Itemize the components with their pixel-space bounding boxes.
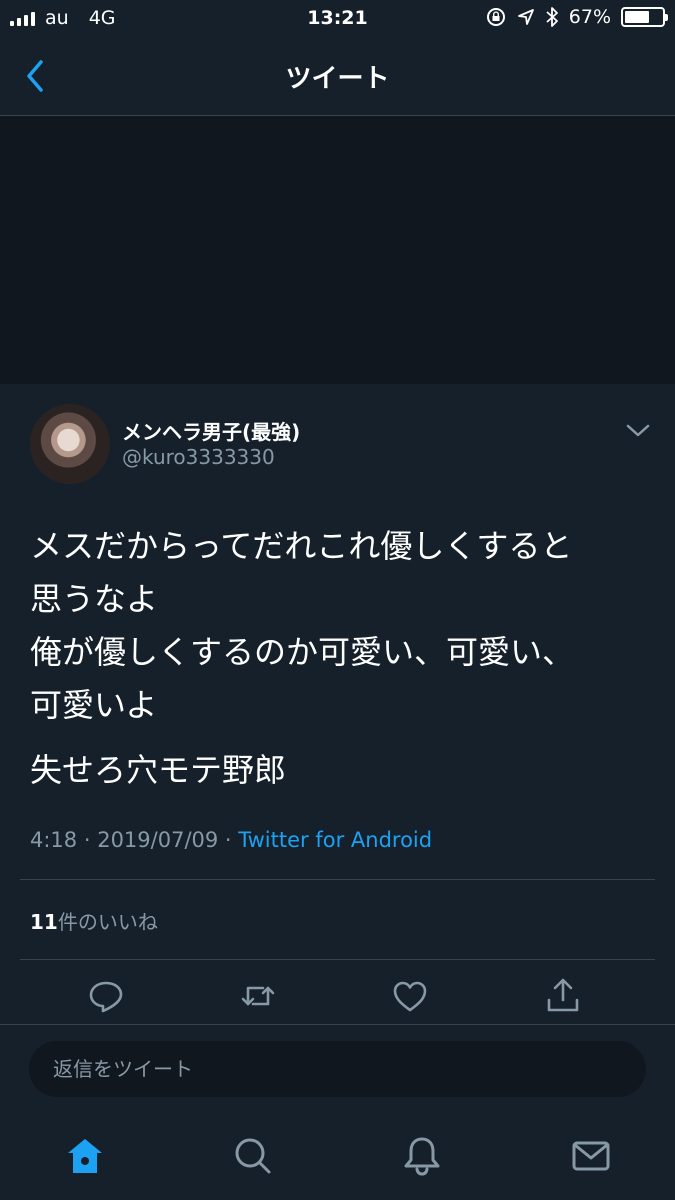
tweet-line: 俺が優しくするのか可愛い、可愛い、 — [30, 633, 575, 671]
orientation-lock-icon — [486, 8, 505, 26]
author-handle[interactable]: @kuro3333330 — [122, 445, 275, 469]
tweet-line: メスだからってだれこれ優しくすると — [30, 527, 573, 565]
nav-header: ツイート — [0, 38, 675, 116]
location-icon — [517, 9, 534, 25]
retweet-button[interactable] — [238, 976, 282, 1020]
tab-notifications[interactable] — [400, 1134, 446, 1180]
tweet-meta: 4:18 · 2019/07/09 · Twitter for Android — [30, 828, 432, 852]
battery-level — [625, 11, 650, 23]
messages-icon — [572, 1141, 610, 1171]
tab-home[interactable] — [63, 1134, 109, 1180]
chevron-down-icon — [626, 424, 650, 437]
reply-icon — [89, 981, 123, 1013]
reply-button[interactable] — [86, 976, 130, 1020]
share-button[interactable] — [543, 976, 587, 1020]
tweet-actions — [0, 976, 675, 1024]
tab-bar — [0, 1112, 675, 1200]
battery-percent: 67% — [568, 6, 611, 28]
tweet-source-link[interactable]: Twitter for Android — [238, 828, 432, 852]
divider — [0, 1024, 675, 1025]
tweet-options-button[interactable] — [622, 414, 654, 446]
tab-search[interactable] — [231, 1134, 277, 1180]
tweet-paragraph-1: メスだからってだれこれ優しくすると 思うなよ 俺が優しくするのか可愛い、可愛い、… — [30, 520, 650, 732]
author-name[interactable]: メンヘラ男子(最強) — [122, 416, 300, 445]
share-icon — [547, 978, 579, 1012]
reply-input[interactable] — [51, 1041, 615, 1097]
tab-messages[interactable] — [569, 1134, 615, 1180]
tweet-time: 4:18 — [30, 828, 78, 852]
divider — [20, 959, 655, 960]
search-icon — [235, 1138, 271, 1174]
notifications-icon — [404, 1137, 440, 1176]
tweet-text: メスだからってだれこれ優しくすると 思うなよ 俺が優しくするのか可愛い、可愛い、… — [30, 520, 650, 797]
status-bar: au 4G 13:21 67% — [0, 0, 675, 38]
likes-count: 11 — [30, 910, 58, 934]
divider — [20, 879, 655, 880]
battery-icon — [621, 7, 668, 27]
like-icon — [393, 981, 427, 1012]
likes-label: 件のいいね — [57, 910, 158, 934]
meta-separator: · — [77, 828, 98, 852]
meta-separator: · — [218, 828, 239, 852]
tweet-line: 思うなよ — [30, 580, 159, 618]
avatar[interactable] — [30, 404, 110, 484]
status-bar-right: 67% — [485, 6, 668, 28]
tweet-paragraph-2: 失せろ穴モテ野郎 — [30, 751, 287, 789]
like-button[interactable] — [390, 976, 434, 1020]
bluetooth-icon — [546, 7, 558, 27]
tweet-media[interactable] — [0, 116, 675, 384]
page-title: ツイート — [285, 64, 390, 94]
home-icon — [68, 1139, 102, 1173]
tweet-line: 可愛いよ — [30, 686, 158, 724]
likes-row[interactable]: 11件のいいね — [30, 906, 158, 935]
tweet-date: 2019/07/09 — [97, 828, 219, 852]
retweet-icon — [241, 986, 275, 1006]
reply-composer[interactable] — [29, 1041, 646, 1097]
